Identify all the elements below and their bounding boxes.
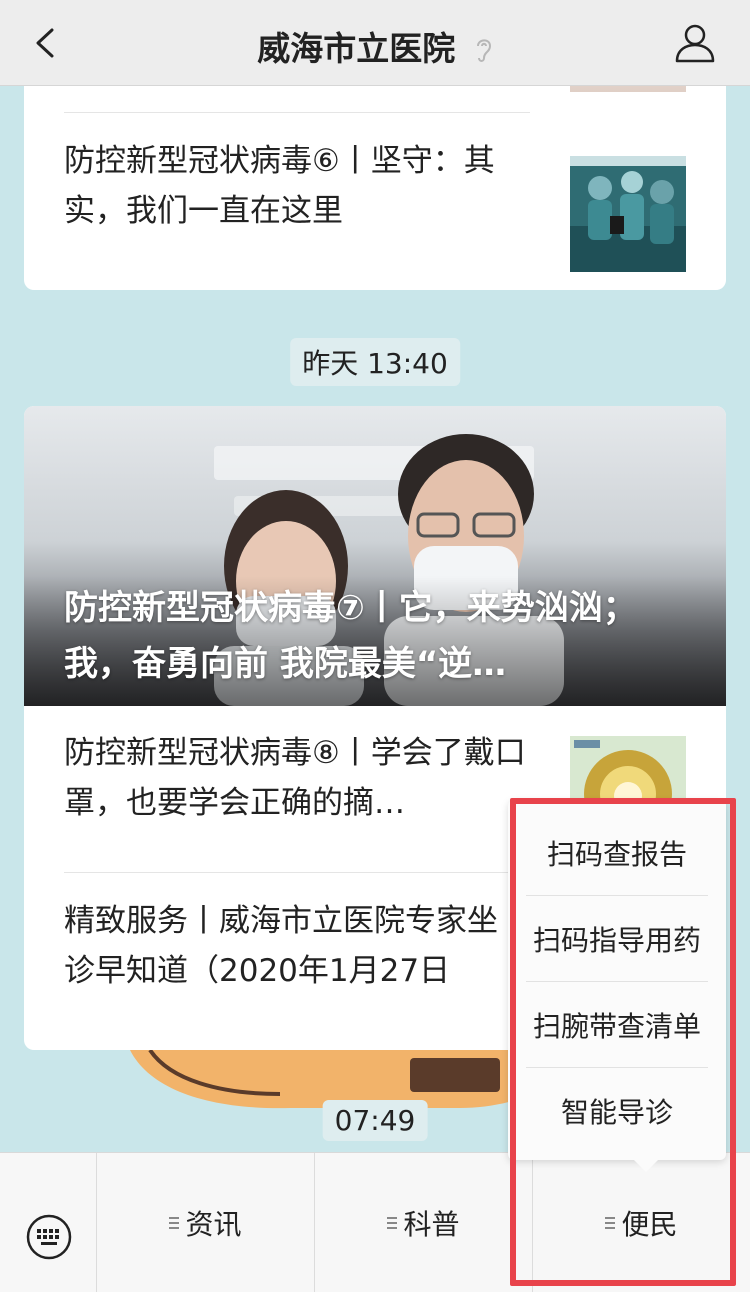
menu-button-science[interactable]: 科普 <box>315 1153 533 1292</box>
timestamp: 昨天 13:40 <box>290 338 460 386</box>
convenience-submenu: 扫码查报告 扫码指导用药 扫腕带查清单 智能导诊 <box>508 800 726 1172</box>
page-title: 威海市立医院 <box>0 22 750 70</box>
submenu-item-scan-report[interactable]: 扫码查报告 <box>526 810 708 896</box>
menu-button-convenience[interactable]: 便民 <box>533 1153 750 1292</box>
article-title: 防控新型冠状病毒⑥丨坚守：其实，我们一直在这里 <box>64 143 495 229</box>
menu-lines-icon <box>387 1217 398 1229</box>
article-thumbnail-partial <box>570 86 686 92</box>
menu-button-label: 便民 <box>621 1208 678 1241</box>
divider <box>64 872 530 873</box>
article-card: 防控新型冠状病毒⑥丨坚守：其实，我们一直在这里 <box>24 86 726 290</box>
page-title-text: 威海市立医院 <box>257 29 456 68</box>
menu-lines-icon <box>605 1217 616 1229</box>
bottom-menu-bar: 资讯 科普 便民 <box>0 1152 750 1292</box>
article-title: 防控新型冠状病毒⑧丨学会了戴口罩，也要学会正确的摘… <box>64 735 526 821</box>
cover-article[interactable]: 防控新型冠状病毒⑦丨它，来势汹汹；我，奋勇向前 我院最美“逆… <box>24 406 726 706</box>
cover-title: 防控新型冠状病毒⑦丨它，来势汹汹；我，奋勇向前 我院最美“逆… <box>64 588 637 684</box>
menu-button-label: 科普 <box>403 1208 460 1241</box>
menu-button-label: 资讯 <box>185 1208 242 1241</box>
keyboard-icon <box>26 1214 72 1260</box>
profile-icon[interactable] <box>674 22 716 64</box>
ear-icon <box>476 39 491 62</box>
surgery-thumbnail <box>570 156 686 272</box>
article-item[interactable]: 防控新型冠状病毒⑥丨坚守：其实，我们一直在这里 <box>64 136 686 276</box>
keyboard-toggle-button[interactable] <box>0 1153 97 1292</box>
top-nav-bar: 威海市立医院 <box>0 0 750 86</box>
menu-button-news[interactable]: 资讯 <box>97 1153 315 1292</box>
article-title: 精致服务丨威海市立医院专家坐诊早知道（2020年1月27日 <box>64 903 498 989</box>
menu-lines-icon <box>169 1217 180 1229</box>
submenu-item-scan-medication[interactable]: 扫码指导用药 <box>526 896 708 982</box>
submenu-item-smart-guide[interactable]: 智能导诊 <box>526 1068 708 1154</box>
divider <box>64 112 530 113</box>
submenu-item-scan-wristband[interactable]: 扫腕带查清单 <box>526 982 708 1068</box>
timestamp: 07:49 <box>322 1100 428 1141</box>
